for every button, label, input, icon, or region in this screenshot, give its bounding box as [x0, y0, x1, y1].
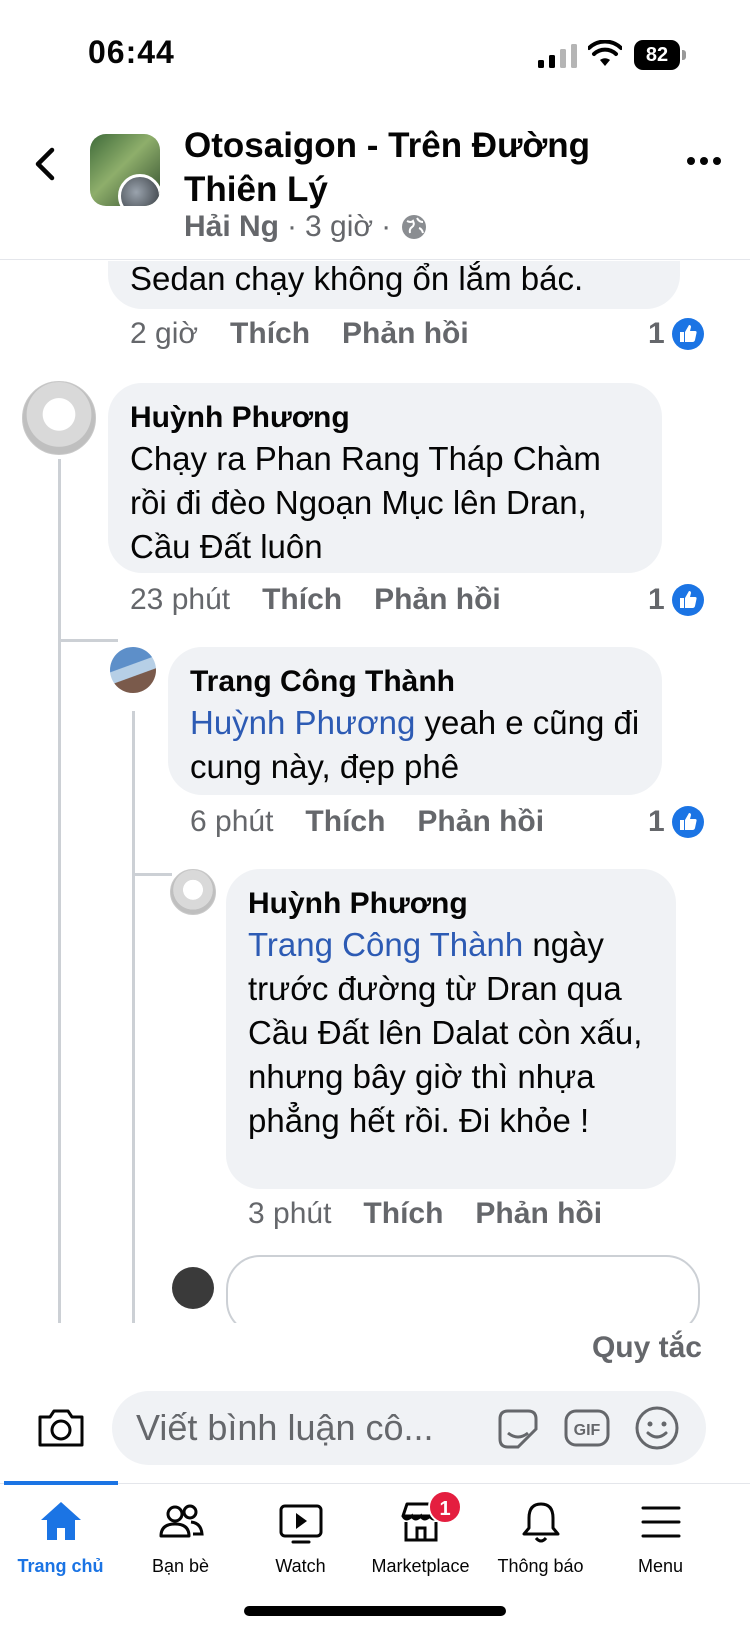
tab-label: Watch	[275, 1556, 326, 1576]
battery-tip	[682, 50, 686, 60]
more-options-icon[interactable]	[686, 154, 722, 168]
reply-button[interactable]: Phản hồi	[475, 1197, 602, 1231]
comment-time[interactable]: 23 phút	[130, 583, 230, 617]
like-button[interactable]: Thích	[363, 1197, 443, 1231]
reaction-summary[interactable]: 1	[648, 583, 705, 617]
bell-icon	[522, 1502, 559, 1543]
commenter-name[interactable]: Trang Công Thành	[190, 663, 640, 701]
notification-badge: 1	[428, 1490, 462, 1524]
post-header: Otosaigon - Trên Đường Thiên Lý Hải Ng ·…	[0, 110, 750, 260]
thread-line	[132, 711, 135, 1323]
comment-actions: 2 giờ Thích Phản hồi	[130, 317, 469, 351]
reaction-count: 1	[648, 583, 665, 616]
rules-link[interactable]: Quy tắc	[592, 1331, 702, 1365]
thread-line	[58, 459, 61, 1323]
tab-label: Trang chủ	[17, 1556, 104, 1576]
status-bar: 06:44 82	[0, 0, 750, 110]
gif-icon[interactable]: GIF	[564, 1407, 610, 1449]
post-time[interactable]: 3 giờ	[305, 210, 373, 244]
watch-icon	[279, 1504, 322, 1544]
commenter-name[interactable]: Huỳnh Phương	[248, 885, 654, 923]
friends-icon	[159, 1504, 204, 1538]
comment-text: Chạy ra Phan Rang Tháp Chàm rồi đi đèo N…	[130, 440, 601, 565]
tab-marketplace[interactable]: Marketplace 1	[358, 1490, 483, 1588]
svg-text:GIF: GIF	[574, 1422, 601, 1439]
comment-text: Huỳnh Phương yeah e cũng đi cung này, đẹ…	[190, 701, 640, 789]
comment-bubble[interactable]	[226, 1255, 700, 1323]
battery-icon: 82	[634, 40, 686, 70]
sticker-icon[interactable]	[494, 1405, 542, 1453]
emoji-icon[interactable]	[634, 1405, 680, 1451]
reply-button[interactable]: Phản hồi	[374, 583, 501, 617]
thread-line	[58, 639, 118, 642]
comment-actions: 6 phút Thích Phản hồi	[190, 805, 544, 839]
home-icon	[40, 1502, 81, 1540]
thread-line	[132, 873, 172, 876]
commenter-avatar[interactable]	[170, 869, 216, 915]
tab-watch[interactable]: Watch	[238, 1498, 363, 1588]
like-button[interactable]: Thích	[262, 583, 342, 617]
comment-text: Trang Công Thành ngày trước đường từ Dra…	[248, 923, 654, 1143]
commenter-name[interactable]: Huỳnh Phương	[130, 399, 640, 437]
comment-input[interactable]	[136, 1391, 466, 1465]
status-time: 06:44	[88, 34, 175, 70]
meta-separator: ·	[381, 210, 392, 243]
like-button[interactable]: Thích	[305, 805, 385, 839]
cellular-signal-icon	[538, 44, 577, 68]
mention-link[interactable]: Huỳnh Phương	[190, 704, 415, 741]
camera-icon[interactable]	[36, 1405, 86, 1449]
group-title[interactable]: Otosaigon - Trên Đường Thiên Lý	[184, 124, 654, 212]
commenter-avatar[interactable]	[110, 647, 156, 693]
like-reaction-icon	[671, 806, 704, 838]
tab-label: Menu	[637, 1556, 684, 1576]
tab-label: Marketplace	[371, 1556, 470, 1576]
reply-button[interactable]: Phản hồi	[417, 805, 544, 839]
comment-bubble[interactable]: Trang Công Thành Huỳnh Phương yeah e cũn…	[168, 647, 662, 795]
mention-link[interactable]: Trang Công Thành	[248, 926, 523, 963]
comment-time[interactable]: 3 phút	[248, 1197, 331, 1231]
commenter-avatar[interactable]	[172, 1267, 214, 1309]
comment-bubble[interactable]: Huỳnh Phương Trang Công Thành ngày trước…	[226, 869, 676, 1189]
reaction-count: 1	[648, 317, 665, 350]
tab-label: Bạn bè	[151, 1556, 210, 1576]
bottom-tab-bar: Trang chủ Bạn bè Watch Marketplace 1 Thô…	[0, 1481, 750, 1626]
wifi-icon	[588, 40, 622, 66]
reaction-summary[interactable]: 1	[648, 805, 705, 839]
group-avatar[interactable]	[90, 134, 160, 206]
tab-menu[interactable]: Menu	[598, 1498, 723, 1588]
comment-field[interactable]: GIF	[112, 1391, 706, 1465]
tab-label: Thông báo	[497, 1556, 584, 1576]
tab-notifications[interactable]: Thông báo	[478, 1498, 603, 1588]
comment-actions: 23 phút Thích Phản hồi	[130, 583, 501, 617]
post-meta: Hải Ng · 3 giờ ·	[184, 210, 429, 244]
home-indicator[interactable]	[244, 1606, 506, 1616]
globe-icon	[402, 215, 427, 239]
tab-friends[interactable]: Bạn bè	[118, 1498, 243, 1588]
like-reaction-icon	[671, 318, 704, 350]
comment-bubble[interactable]: Sedan chạy không ổn lắm bác.	[108, 261, 680, 309]
tab-home[interactable]: Trang chủ	[0, 1498, 123, 1588]
comment-time[interactable]: 6 phút	[190, 805, 273, 839]
commenter-avatar[interactable]	[22, 381, 96, 455]
active-tab-indicator	[4, 1481, 118, 1485]
comment-bubble[interactable]: Huỳnh Phương Chạy ra Phan Rang Tháp Chàm…	[108, 383, 662, 573]
like-reaction-icon	[671, 584, 704, 616]
author-avatar	[118, 174, 160, 206]
comment-actions: 3 phút Thích Phản hồi	[248, 1197, 602, 1231]
comment-composer: Quy tắc GIF	[0, 1323, 750, 1483]
like-button[interactable]: Thích	[230, 317, 310, 351]
comment-text: Sedan chạy không ổn lắm bác.	[130, 261, 584, 297]
menu-icon	[641, 1506, 680, 1538]
post-author[interactable]: Hải Ng	[184, 210, 279, 244]
back-arrow-icon[interactable]	[30, 144, 60, 184]
battery-level: 82	[634, 40, 680, 70]
reply-button[interactable]: Phản hồi	[342, 317, 469, 351]
reaction-summary[interactable]: 1	[648, 317, 705, 351]
comment-list[interactable]: Sedan chạy không ổn lắm bác. 2 giờ Thích…	[0, 261, 750, 1323]
reaction-count: 1	[648, 805, 665, 838]
meta-separator: ·	[287, 210, 298, 243]
comment-time[interactable]: 2 giờ	[130, 317, 198, 351]
